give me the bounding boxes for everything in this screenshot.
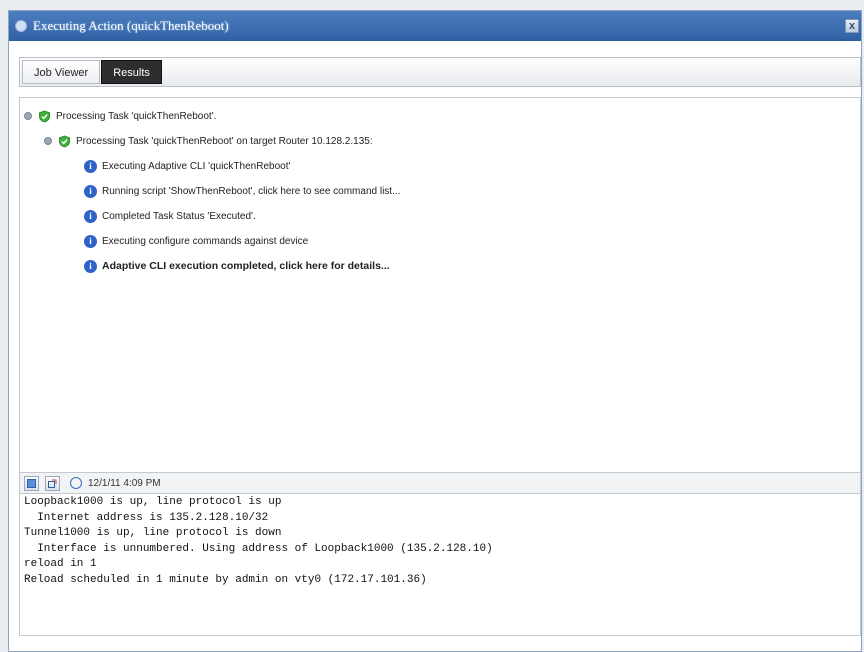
export-button[interactable] (24, 475, 39, 491)
tree-item[interactable]: Processing Task 'quickThenReboot' on tar… (44, 132, 373, 150)
tree-item-label: Completed Task Status 'Executed'. (102, 210, 256, 222)
dialog-titlebar[interactable]: Executing Action (quickThenReboot) x (9, 11, 861, 41)
export-icon (27, 478, 36, 488)
shield-check-icon (59, 135, 70, 147)
info-icon: i (84, 259, 97, 273)
collapse-toggle-icon[interactable] (24, 112, 32, 120)
tree-item-label: Processing Task 'quickThenReboot' on tar… (76, 135, 373, 147)
log-toolbar: 12/1/11 4:09 PM (19, 473, 861, 493)
tree-item[interactable]: i Executing Adaptive CLI 'quickThenReboo… (84, 157, 290, 175)
log-line: Loopback1000 is up, line protocol is up (24, 496, 282, 508)
info-icon: i (84, 234, 97, 248)
popout-button[interactable] (45, 475, 60, 491)
tab-results[interactable]: Results (101, 60, 162, 84)
info-icon: i (84, 159, 97, 173)
log-line: Reload scheduled in 1 minute by admin on… (24, 573, 427, 586)
dialog-title: Executing Action (quickThenReboot) (33, 18, 229, 33)
tree-item[interactable]: i Executing configure commands against d… (84, 232, 308, 250)
tree-item-label: Executing Adaptive CLI 'quickThenReboot' (102, 160, 291, 172)
info-icon: i (84, 209, 97, 223)
shield-check-icon (39, 110, 50, 122)
tree-item-label: Processing Task 'quickThenReboot'. (56, 110, 217, 122)
tree-item-label: Adaptive CLI execution completed, click … (102, 260, 390, 272)
command-output-log[interactable]: Loopback1000 is up, line protocol is up … (19, 493, 861, 636)
log-line: Interface is unnumbered. Using address o… (24, 542, 493, 555)
tree-item-label: Executing configure commands against dev… (102, 235, 309, 247)
close-button[interactable]: x (845, 19, 859, 33)
collapse-toggle-icon[interactable] (44, 137, 52, 145)
log-line: reload in 1 (24, 558, 97, 570)
tab-job-viewer[interactable]: Job Viewer (22, 60, 101, 84)
clock-icon (70, 477, 82, 489)
log-line: Internet address is 135.2.128.10/32 (24, 511, 269, 524)
gear-icon (15, 20, 27, 32)
tree-item[interactable]: i Running script 'ShowThenReboot', click… (84, 182, 400, 200)
tree-item[interactable]: i Completed Task Status 'Executed'. (84, 207, 256, 225)
tab-bar: Job Viewer Results (19, 57, 861, 87)
log-timestamp: 12/1/11 4:09 PM (88, 477, 161, 489)
popout-icon (48, 479, 57, 488)
info-icon: i (84, 184, 97, 198)
tree-item-label: Running script 'ShowThenReboot', click h… (102, 185, 401, 197)
tree-item-details-link[interactable]: i Adaptive CLI execution completed, clic… (84, 257, 390, 275)
executing-action-dialog: Executing Action (quickThenReboot) x Job… (8, 10, 862, 652)
log-line: Tunnel1000 is up, line protocol is down (24, 527, 282, 539)
results-tree: Processing Task 'quickThenReboot'. Proce… (19, 97, 861, 473)
tree-item[interactable]: Processing Task 'quickThenReboot'. (24, 107, 216, 125)
